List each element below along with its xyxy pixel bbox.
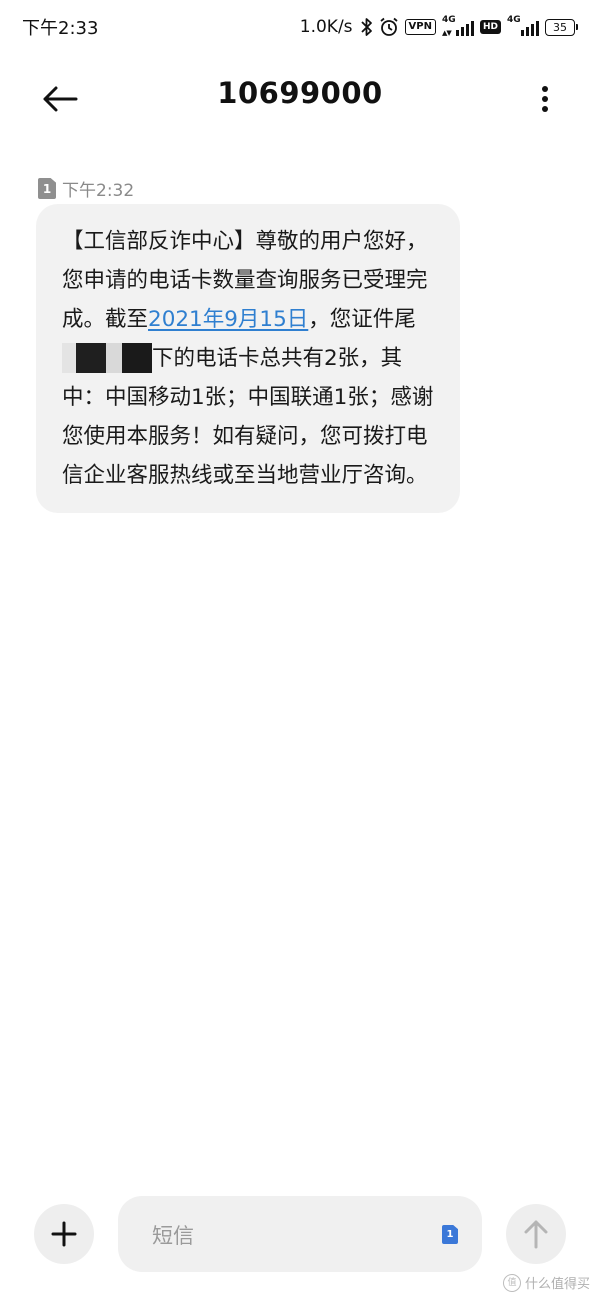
- message-input[interactable]: 短信 1: [118, 1196, 482, 1272]
- more-options-button[interactable]: [530, 79, 560, 119]
- bluetooth-icon: [360, 17, 373, 37]
- message-text-2: ，您证件尾: [308, 307, 416, 332]
- watermark-logo-icon: 值: [502, 1273, 521, 1292]
- input-placeholder: 短信: [152, 1224, 194, 1248]
- signal-icon: 4G ▲▼: [441, 15, 474, 38]
- date-link[interactable]: 2021年9月15日: [148, 307, 308, 332]
- sim-select-icon[interactable]: 1: [442, 1225, 458, 1244]
- status-bar: 下午2:33 1.0K/s VPN 4G ▲▼ HD 4G 35: [0, 0, 600, 54]
- more-vertical-icon: [542, 86, 548, 112]
- message-meta: 1 下午2:32: [38, 176, 134, 201]
- status-time: 下午2:33: [22, 18, 99, 39]
- redacted-id-mosaic: [62, 343, 152, 373]
- battery-icon: 35: [545, 18, 578, 36]
- network-type-label: 4G: [441, 15, 456, 25]
- sim-card-icon: 1: [38, 178, 56, 199]
- alarm-icon: [379, 17, 399, 37]
- watermark: 值 什么值得买: [502, 1273, 590, 1292]
- contact-title: 10699000: [217, 76, 383, 110]
- battery-level: 35: [545, 18, 575, 36]
- data-arrows-icon: ▲▼: [441, 29, 452, 37]
- conversation-header: 10699000: [0, 54, 600, 144]
- signal-icon-2: 4G: [507, 15, 539, 38]
- net-speed: 1.0K/s: [299, 17, 353, 37]
- message-time: 下午2:32: [62, 181, 135, 201]
- message-bubble[interactable]: 【工信部反诈中心】尊敬的用户您好，您申请的电话卡数量查询服务已受理完成。截至20…: [36, 204, 460, 513]
- add-attachment-button[interactable]: [34, 1204, 94, 1264]
- vpn-icon: VPN: [404, 19, 436, 35]
- send-button[interactable]: [506, 1204, 566, 1264]
- plus-icon: [51, 1221, 77, 1247]
- hd-icon: HD: [479, 20, 501, 34]
- watermark-text: 什么值得买: [524, 1277, 590, 1292]
- arrow-up-icon: [524, 1220, 548, 1249]
- status-icons: 1.0K/s VPN 4G ▲▼ HD 4G 35: [300, 12, 578, 42]
- network-type-label-2: 4G: [507, 15, 521, 25]
